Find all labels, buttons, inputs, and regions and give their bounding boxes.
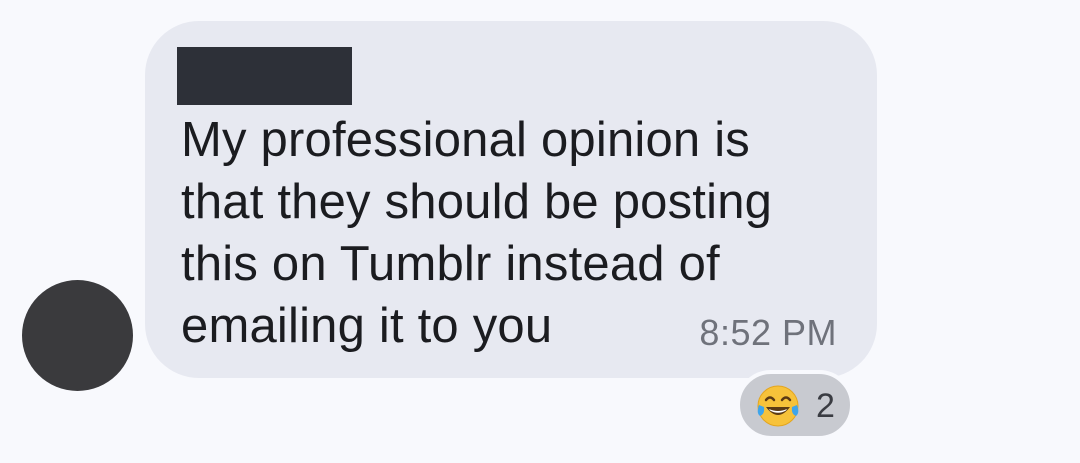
face-with-tears-of-joy-icon bbox=[757, 385, 799, 427]
reaction-badge[interactable]: 2 bbox=[736, 370, 854, 440]
sender-name-redacted bbox=[177, 47, 352, 105]
reaction-count: 2 bbox=[816, 387, 835, 425]
sender-avatar[interactable] bbox=[22, 280, 133, 391]
message-bubble[interactable]: My professional opinion is that they sho… bbox=[145, 21, 877, 378]
message-timestamp: 8:52 PM bbox=[699, 312, 837, 353]
